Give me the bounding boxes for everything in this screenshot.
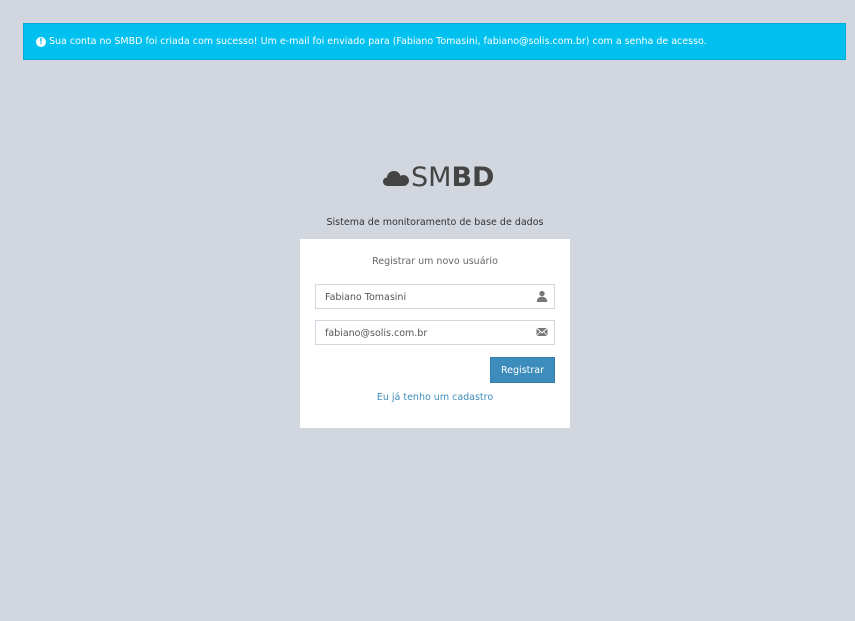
user-icon: [536, 290, 548, 302]
email-field[interactable]: [315, 320, 555, 345]
login-link[interactable]: Eu já tenho um cadastro: [300, 392, 570, 403]
email-input[interactable]: [316, 322, 525, 345]
exclamation-circle-icon: !: [36, 36, 46, 47]
register-box: Registrar um novo usuário Registrar Eu j…: [300, 239, 570, 428]
app-logo: SMBD: [382, 162, 494, 193]
envelope-icon: [536, 327, 548, 337]
logo-text-bold: BD: [451, 162, 495, 193]
cloud-icon: [383, 170, 409, 186]
app-subtitle: Sistema de monitoramento de base de dado…: [326, 217, 544, 228]
register-button[interactable]: Registrar: [490, 357, 555, 383]
success-alert: ! Sua conta no SMBD foi criada com suces…: [23, 23, 846, 60]
alert-message: Sua conta no SMBD foi criada com sucesso…: [49, 36, 707, 47]
logo-text-light: SM: [411, 162, 452, 193]
name-field[interactable]: [315, 284, 555, 309]
register-box-title: Registrar um novo usuário: [372, 256, 498, 267]
name-input[interactable]: [316, 286, 525, 309]
